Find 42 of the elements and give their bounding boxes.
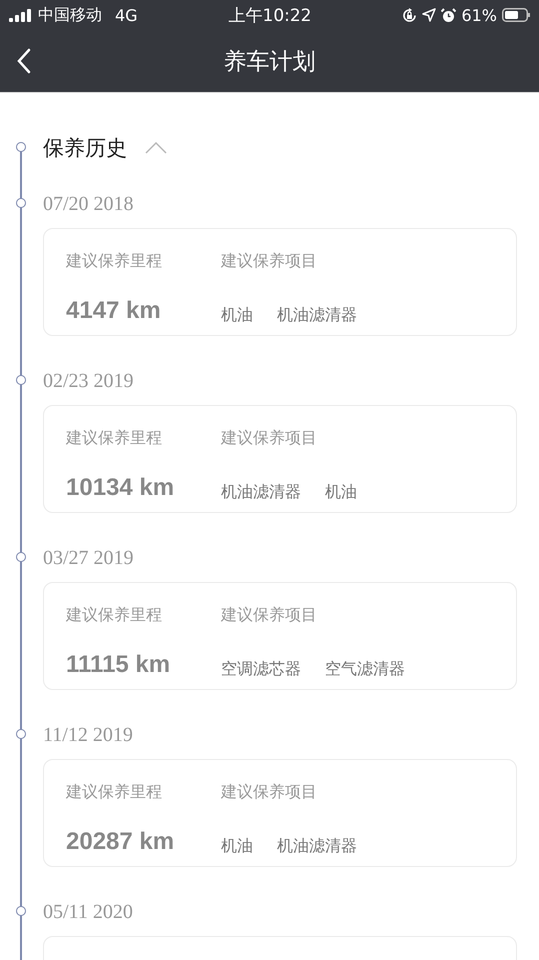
maintenance-date: 02/23 2019: [43, 369, 134, 394]
maintenance-item: 机油: [221, 305, 253, 326]
signal-icon: [9, 8, 33, 22]
battery-percentage: 61%: [461, 6, 497, 24]
items-label: 建议保养项目: [221, 251, 318, 272]
maintenance-item: 机油滤清器: [277, 305, 357, 326]
maintenance-item: 空调滤芯器: [221, 659, 301, 680]
mileage-value: 4147 km: [66, 296, 162, 326]
timeline-node: [16, 198, 26, 208]
maintenance-date: 07/20 2018: [43, 192, 134, 217]
maintenance-date: 11/12 2019: [43, 723, 133, 748]
mileage-label: 建议保养里程: [66, 251, 163, 272]
maintenance-item: 机油: [325, 482, 357, 504]
timeline-node: [16, 552, 26, 562]
clock-time: 上午10:22: [228, 4, 312, 26]
mileage-value: 20287 km: [66, 828, 176, 856]
mileage-label: 建议保养里程: [66, 605, 163, 626]
maintenance-date: 03/27 2019: [43, 546, 134, 571]
timeline-node: [16, 375, 26, 385]
alarm-clock-icon: [441, 8, 456, 22]
timeline-node: [16, 142, 26, 152]
mileage-label: 建议保养里程: [66, 782, 163, 803]
section-title: 保养历史: [43, 135, 127, 162]
mileage-value: 10134 km: [66, 474, 176, 502]
network-type: 4G: [115, 6, 138, 24]
mileage-label: 建议保养里程: [66, 428, 163, 449]
maintenance-item: 空气滤清器: [325, 659, 405, 680]
battery-icon: [502, 8, 531, 22]
maintenance-item: 机油: [221, 836, 253, 858]
items-label: 建议保养项目: [221, 782, 318, 803]
location-icon: [422, 8, 436, 22]
maintenance-item: 机油滤清器: [221, 482, 301, 504]
items-label: 建议保养项目: [221, 605, 318, 626]
carrier-name: 中国移动: [38, 4, 102, 26]
timeline-node: [16, 729, 26, 739]
rotation-lock-icon: [402, 8, 418, 22]
maintenance-date: 05/11 2020: [43, 900, 133, 925]
maintenance-item: 机油滤清器: [277, 836, 357, 858]
page-title: 养车计划: [224, 48, 316, 76]
timeline-node: [16, 906, 26, 916]
mileage-value: 11115 km: [66, 650, 172, 680]
items-label: 建议保养项目: [221, 428, 318, 449]
